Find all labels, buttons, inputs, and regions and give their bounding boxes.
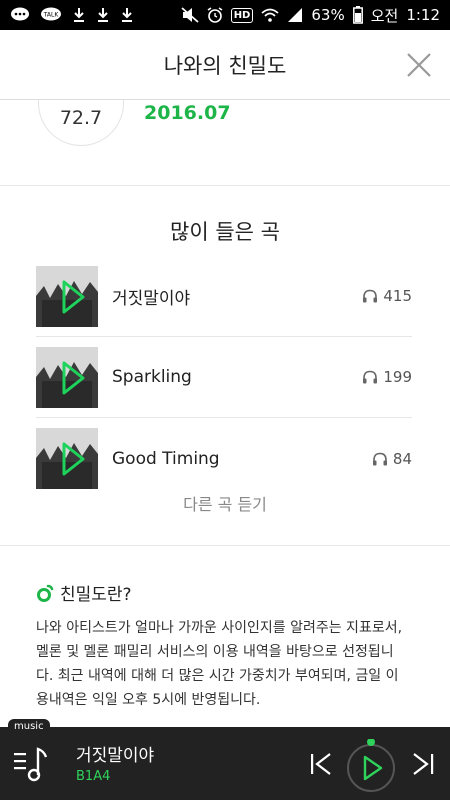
- intimacy-content[interactable]: 72.7 2016.07 많이 들은 곡 거짓말이야 415 Sparkling…: [0, 100, 450, 727]
- score-value: 72.7: [59, 107, 103, 129]
- headphones-icon: [372, 452, 387, 465]
- playlist-icon: [14, 747, 48, 782]
- time-period: 오전: [370, 6, 399, 25]
- wifi-icon: [261, 7, 279, 23]
- info-title: 친밀도란?: [36, 580, 132, 605]
- talk-icon: TALK: [40, 7, 62, 23]
- battery-icon: [352, 6, 363, 24]
- download-icon: [120, 7, 134, 23]
- play-count-value: 415: [383, 287, 412, 305]
- info-title-text: 친밀도란?: [60, 585, 132, 605]
- previous-button[interactable]: [308, 749, 334, 779]
- notification-icons: TALK: [10, 7, 134, 23]
- play-count-value: 199: [383, 368, 412, 386]
- system-icons: HD 63% 오전 1:12: [181, 5, 440, 26]
- clock: 1:12: [406, 6, 440, 24]
- page-title: 나와의 친밀도: [163, 53, 287, 78]
- close-button[interactable]: [404, 50, 434, 80]
- mute-icon: [181, 7, 199, 23]
- talk-label: TALK: [43, 12, 60, 19]
- download-icon: [72, 7, 86, 23]
- headphones-icon: [363, 289, 378, 303]
- song-row[interactable]: Good Timing 84: [36, 418, 412, 499]
- song-row[interactable]: Sparkling 199: [36, 337, 412, 418]
- skip-previous-icon: [311, 753, 331, 775]
- download-icon: [96, 7, 110, 23]
- album-art[interactable]: [36, 265, 98, 327]
- info-description: 나와 아티스트가 얼마나 가까운 사이인지를 알려주는 지표로서, 멜론 및 멜…: [36, 620, 403, 708]
- play-count: 415: [362, 287, 412, 305]
- album-art[interactable]: [36, 428, 98, 489]
- play-count-value: 84: [392, 449, 412, 468]
- close-icon: [407, 53, 431, 77]
- now-playing-title[interactable]: 거짓말이야: [76, 741, 154, 766]
- more-songs-link[interactable]: 다른 곡 듣기: [0, 491, 450, 515]
- play-count: 84: [372, 450, 412, 468]
- header: 나와의 친밀도: [0, 30, 450, 100]
- hd-icon: HD: [230, 7, 254, 23]
- signal-icon: [287, 7, 303, 23]
- melon-note-icon: [37, 584, 54, 602]
- album-art[interactable]: [36, 346, 98, 408]
- intimacy-info-section: 친밀도란? 나와 아티스트가 얼마나 가까운 사이인지를 알려주는 지표로서, …: [0, 546, 450, 727]
- alarm-icon: [207, 7, 223, 23]
- song-row[interactable]: 거짓말이야 415: [36, 256, 412, 337]
- chat-bubble-icon: [10, 7, 30, 23]
- play-button[interactable]: [346, 738, 396, 792]
- song-title: Good Timing: [112, 448, 220, 469]
- song-title: Sparkling: [112, 367, 192, 387]
- top-songs-heading: 많이 들은 곡: [170, 220, 280, 244]
- next-button[interactable]: [410, 749, 436, 779]
- score-date: 2016.07: [144, 102, 231, 124]
- battery-percent: 63%: [311, 6, 345, 24]
- now-playing-artist: B1A4: [76, 769, 111, 784]
- status-bar: TALK HD 63% 오전 1:12: [0, 0, 450, 30]
- score-section: 72.7 2016.07: [0, 100, 450, 186]
- skip-next-icon: [413, 753, 434, 775]
- song-title: 거짓말이야: [112, 288, 191, 309]
- headphones-icon: [363, 370, 378, 384]
- playlist-button[interactable]: [12, 743, 52, 785]
- mini-player: music 거짓말이야 B1A4: [0, 719, 450, 800]
- music-tab[interactable]: music: [8, 719, 50, 734]
- top-songs-section: 많이 들은 곡 거짓말이야 415 Sparkling 199 Good Tim…: [0, 186, 450, 546]
- play-count: 199: [362, 368, 412, 386]
- play-icon: [347, 738, 395, 792]
